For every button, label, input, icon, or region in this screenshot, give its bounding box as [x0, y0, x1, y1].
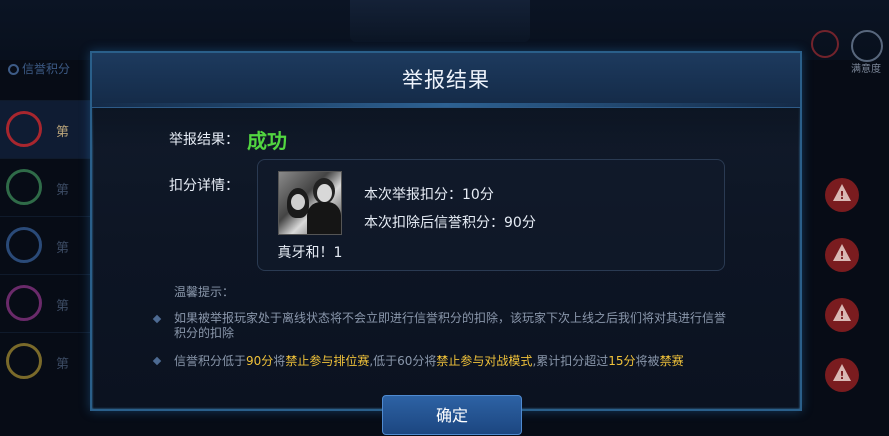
deduction-detail-box: 真牙和！1 本次举报扣分：10分 本次扣除后信誉积分：90分: [257, 159, 725, 271]
list-item-label: 第: [56, 299, 70, 314]
list-item-label: 第: [56, 125, 70, 140]
list-item[interactable]: 第: [0, 274, 90, 333]
refresh-icon: [8, 64, 19, 75]
header-divider: [92, 103, 800, 107]
background-right-column: 满意度 ! ! ! !: [805, 30, 889, 400]
rank-badge-icon: [6, 227, 42, 263]
background-title-panel: [350, 0, 530, 42]
tip-credit-rules: 信誉积分低于90分将禁止参与排位赛,低于60分将禁止参与对战模式,累计扣分超过1…: [174, 354, 684, 368]
remaining-credit: 本次扣除后信誉积分：90分: [364, 215, 536, 231]
rank-badge-icon: [6, 343, 42, 379]
confirm-button[interactable]: 确定: [382, 395, 522, 435]
warning-icon[interactable]: !: [825, 358, 859, 392]
list-item[interactable]: 第: [0, 158, 90, 217]
list-item[interactable]: 第: [0, 100, 90, 159]
player-name: 真牙和！1: [277, 245, 343, 261]
credit-score-tab[interactable]: 信誉积分: [8, 60, 70, 77]
deduction-points: 本次举报扣分：10分: [364, 187, 494, 203]
result-label: 举报结果：: [169, 132, 239, 148]
credit-score-tab-label: 信誉积分: [22, 62, 71, 76]
bullet-icon: [152, 314, 162, 324]
list-item-label: 第: [56, 357, 70, 372]
list-item-label: 第: [56, 183, 70, 198]
list-item[interactable]: 第: [0, 216, 90, 275]
result-value: 成功: [247, 129, 287, 153]
bullet-icon: [152, 356, 162, 366]
deduction-detail-label: 扣分详情：: [169, 178, 239, 194]
player-avatar: [278, 171, 342, 235]
satisfaction-icon[interactable]: [851, 30, 883, 62]
warning-icon[interactable]: !: [825, 178, 859, 212]
confirm-button-label: 确定: [435, 406, 468, 425]
list-item-label: 第: [56, 241, 70, 256]
report-result-dialog: 举报结果 举报结果： 成功 扣分详情： 真牙和！1 本次举报扣分：10分 本次扣…: [90, 51, 802, 435]
satisfaction-label: 满意度: [851, 64, 881, 75]
background-report-list: 第 第 第 第 第: [0, 100, 90, 400]
report-icon[interactable]: [811, 30, 839, 58]
list-item[interactable]: 第: [0, 332, 90, 391]
dialog-title: 举报结果: [402, 68, 490, 92]
rank-badge-icon: [6, 111, 42, 147]
dialog-header: 举报结果: [92, 53, 800, 108]
warning-icon[interactable]: !: [825, 298, 859, 332]
tips-heading: 温馨提示：: [174, 285, 235, 299]
rank-badge-icon: [6, 285, 42, 321]
rank-badge-icon: [6, 169, 42, 205]
tip-offline: 如果被举报玩家处于离线状态将不会立即进行信誉积分的扣除，该玩家下次上线之后我们将…: [174, 311, 727, 340]
warning-icon[interactable]: !: [825, 238, 859, 272]
